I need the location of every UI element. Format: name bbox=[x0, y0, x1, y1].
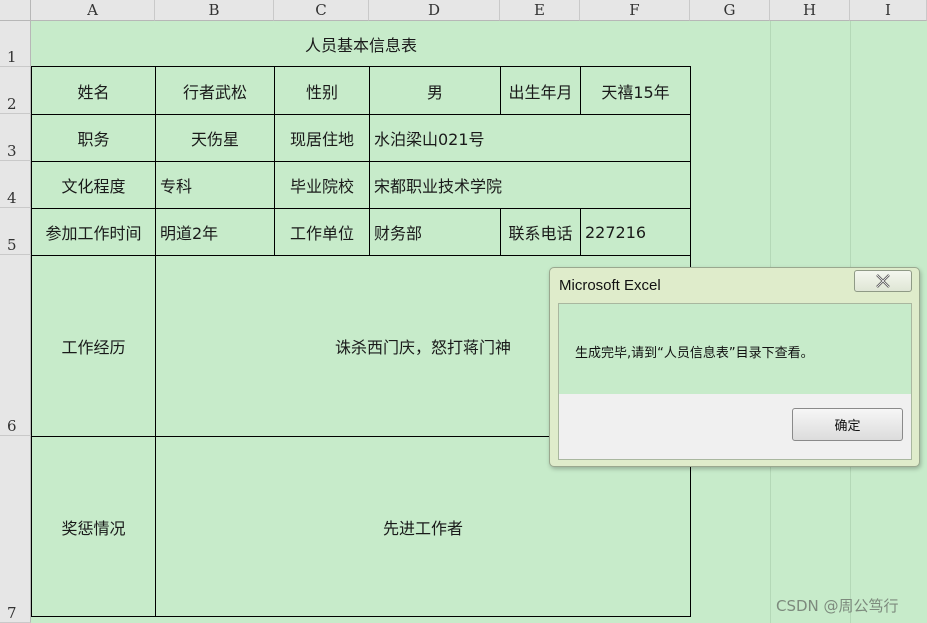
row-header-7[interactable]: 7 bbox=[0, 436, 31, 623]
column-header-f[interactable]: F bbox=[580, 0, 690, 21]
sheet-title[interactable]: 人员基本信息表 bbox=[31, 21, 691, 67]
cell-unit[interactable]: 财务部 bbox=[369, 208, 501, 256]
cell-education-label[interactable]: 文化程度 bbox=[31, 161, 156, 209]
cell-address-label[interactable]: 现居住地 bbox=[274, 114, 370, 162]
dialog-title: Microsoft Excel bbox=[559, 277, 661, 294]
select-all-corner[interactable] bbox=[0, 0, 31, 21]
cell-education[interactable]: 专科 bbox=[155, 161, 275, 209]
cell-phone-label[interactable]: 联系电话 bbox=[500, 208, 581, 256]
cell-position-label[interactable]: 职务 bbox=[31, 114, 156, 162]
row-number: 3 bbox=[7, 142, 17, 160]
row-number: 1 bbox=[7, 48, 17, 66]
column-header-h[interactable]: H bbox=[770, 0, 850, 21]
cell-gender-label[interactable]: 性别 bbox=[274, 66, 370, 115]
row-header-3[interactable]: 3 bbox=[0, 114, 31, 161]
column-header-c[interactable]: C bbox=[274, 0, 369, 21]
row-header-6[interactable]: 6 bbox=[0, 255, 31, 436]
column-header-i[interactable]: I bbox=[850, 0, 927, 21]
row-header-4[interactable]: 4 bbox=[0, 161, 31, 208]
row-header-5[interactable]: 5 bbox=[0, 208, 31, 255]
cell-start-label[interactable]: 参加工作时间 bbox=[31, 208, 156, 256]
dialog-message: 生成完毕,请到“人员信息表”目录下查看。 bbox=[575, 346, 814, 361]
row-number: 4 bbox=[7, 189, 17, 207]
cell-address[interactable]: 水泊梁山021号 bbox=[369, 114, 691, 162]
cell-unit-label[interactable]: 工作单位 bbox=[274, 208, 370, 256]
row-number: 2 bbox=[7, 95, 17, 113]
column-header-g[interactable]: G bbox=[690, 0, 770, 21]
dialog-message-area: 生成完毕,请到“人员信息表”目录下查看。 bbox=[559, 304, 911, 394]
cell-school[interactable]: 宋都职业技术学院 bbox=[369, 161, 691, 209]
column-header-a[interactable]: A bbox=[31, 0, 155, 21]
column-header-e[interactable]: E bbox=[500, 0, 580, 21]
cell-gender[interactable]: 男 bbox=[369, 66, 501, 115]
row-number: 6 bbox=[7, 417, 17, 435]
row-header-1[interactable]: 1 bbox=[0, 21, 31, 67]
column-header-b[interactable]: B bbox=[155, 0, 274, 21]
cell-position[interactable]: 天伤星 bbox=[155, 114, 275, 162]
cell-award-label[interactable]: 奖惩情况 bbox=[31, 436, 156, 617]
ok-button[interactable]: 确定 bbox=[792, 408, 903, 441]
row-header-2[interactable]: 2 bbox=[0, 67, 31, 114]
row-number: 7 bbox=[7, 604, 17, 622]
cell-birth[interactable]: 天禧15年 bbox=[580, 66, 691, 115]
row-number: 5 bbox=[7, 236, 17, 254]
dialog-close-button[interactable] bbox=[854, 270, 912, 292]
cell-start[interactable]: 明道2年 bbox=[155, 208, 275, 256]
cell-birth-label[interactable]: 出生年月 bbox=[500, 66, 581, 115]
cell-phone[interactable]: 227216 bbox=[580, 208, 691, 256]
watermark-text: CSDN @周公笃行 bbox=[776, 597, 899, 615]
cell-school-label[interactable]: 毕业院校 bbox=[274, 161, 370, 209]
dialog-body: 生成完毕,请到“人员信息表”目录下查看。 确定 bbox=[558, 303, 912, 460]
column-header-d[interactable]: D bbox=[369, 0, 500, 21]
cell-name[interactable]: 行者武松 bbox=[155, 66, 275, 115]
message-dialog: Microsoft Excel 生成完毕,请到“人员信息表”目录下查看。 确定 bbox=[549, 267, 920, 467]
cell-experience-label[interactable]: 工作经历 bbox=[31, 255, 156, 437]
close-x-icon bbox=[876, 274, 890, 288]
cell-name-label[interactable]: 姓名 bbox=[31, 66, 156, 115]
